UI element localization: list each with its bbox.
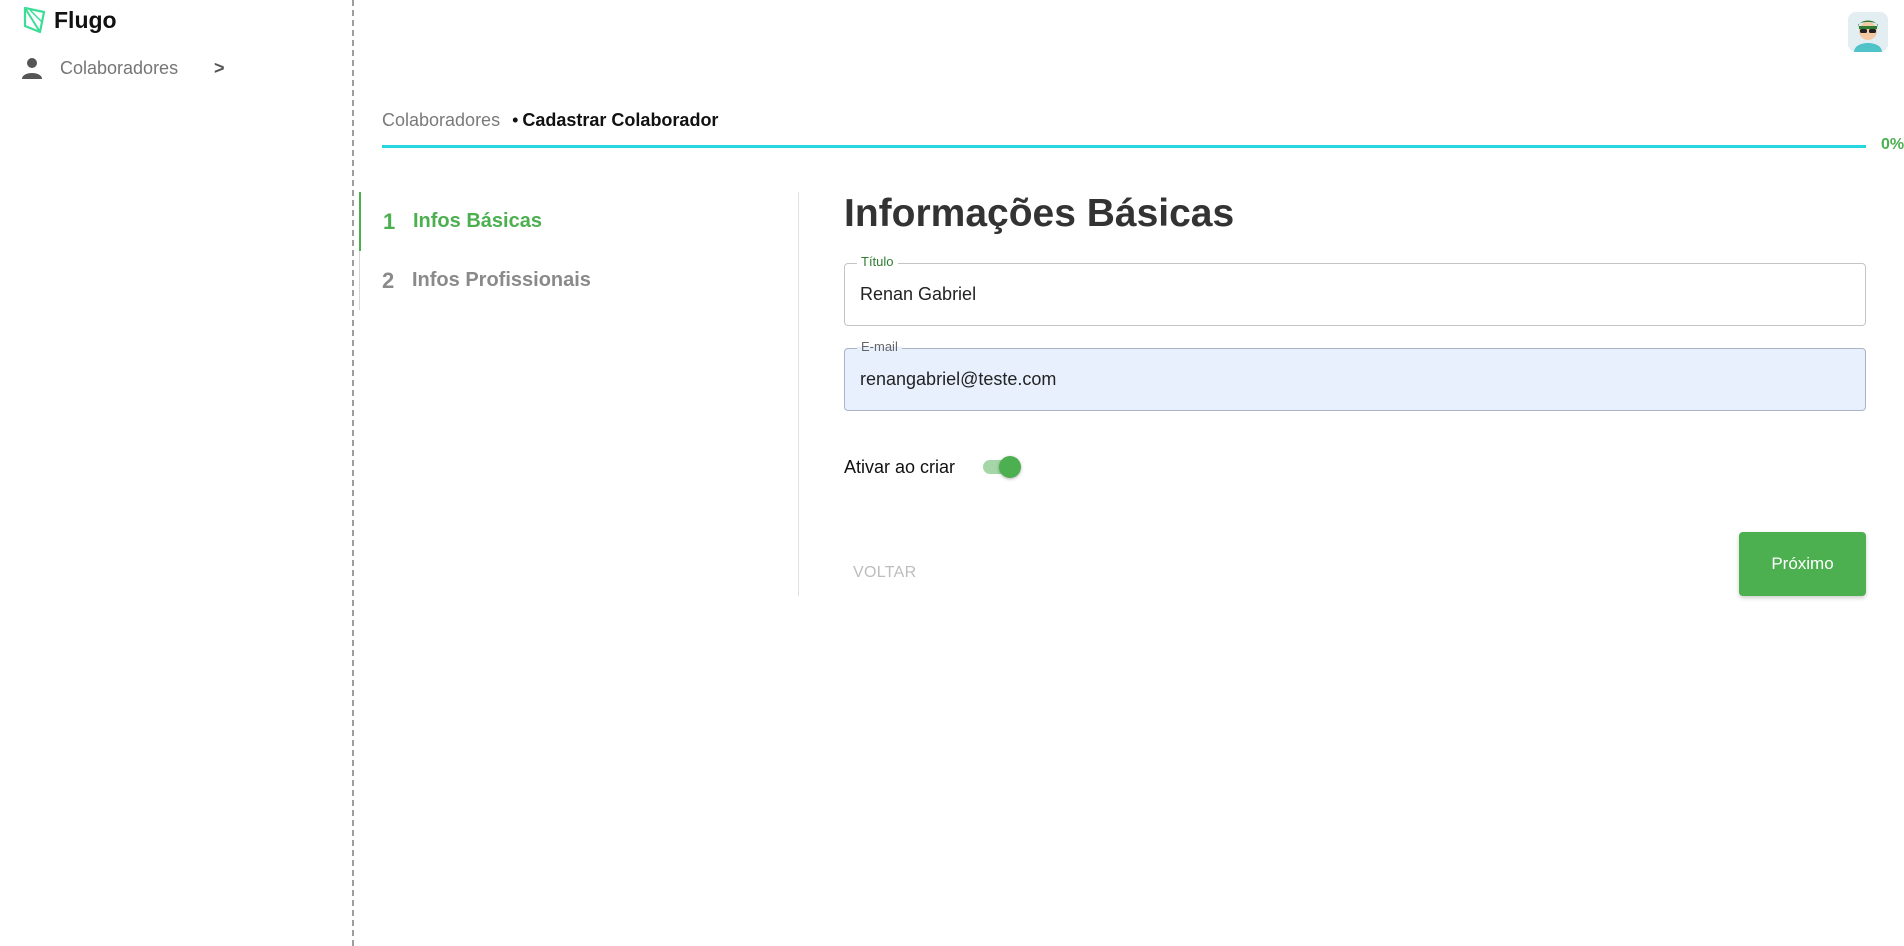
- sidebar-item-colaboradores[interactable]: Colaboradores >: [20, 50, 240, 86]
- user-avatar[interactable]: [1848, 12, 1888, 52]
- person-icon: [22, 58, 42, 79]
- titulo-field: Título: [844, 254, 1866, 326]
- email-field: E-mail: [844, 339, 1866, 411]
- breadcrumb-colaboradores[interactable]: Colaboradores: [382, 110, 500, 131]
- titulo-input[interactable]: [845, 264, 1865, 325]
- breadcrumb: Colaboradores • Cadastrar Colaborador: [382, 110, 718, 131]
- form-title: Informações Básicas: [844, 192, 1235, 235]
- stepper: 1 Infos Básicas 2 Infos Profissionais: [359, 192, 799, 310]
- progress-bar: [382, 145, 1866, 148]
- toggle-label: Ativar ao criar: [844, 456, 956, 477]
- progress-percent: 0%: [1881, 136, 1904, 153]
- vertical-divider: [798, 192, 799, 596]
- avatar-icon: [1848, 12, 1888, 52]
- brand[interactable]: Flugo: [22, 4, 117, 36]
- sidebar-item-label: Colaboradores: [60, 57, 179, 78]
- back-button[interactable]: VOLTAR: [853, 564, 916, 582]
- progress-fill: [382, 145, 1866, 148]
- breadcrumb-separator: •: [512, 110, 519, 130]
- step-label: Infos Básicas: [413, 210, 542, 232]
- step-number: 1: [383, 208, 396, 234]
- step-infos-profissionais[interactable]: 2 Infos Profissionais: [360, 251, 799, 310]
- chevron-right-icon: >: [214, 57, 225, 78]
- flugo-logo-icon: [23, 6, 46, 34]
- step-number: 2: [382, 267, 395, 293]
- next-button[interactable]: Próximo: [1739, 532, 1866, 596]
- switch-thumb: [999, 456, 1022, 478]
- step-infos-basicas[interactable]: 1 Infos Básicas: [359, 192, 799, 251]
- ativar-toggle-row: Ativar ao criar: [844, 452, 1022, 482]
- breadcrumb-current: Cadastrar Colaborador: [522, 110, 719, 130]
- email-input[interactable]: [845, 349, 1865, 410]
- step-label: Infos Profissionais: [412, 269, 591, 291]
- ativar-switch[interactable]: [981, 455, 1022, 479]
- sidebar: Flugo Colaboradores >: [0, 0, 354, 946]
- brand-name: Flugo: [54, 6, 117, 33]
